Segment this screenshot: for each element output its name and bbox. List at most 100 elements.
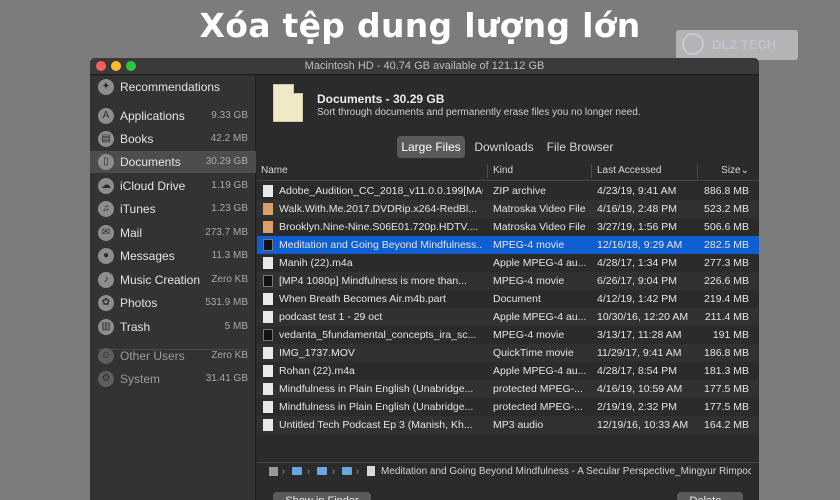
sidebar-item-applications[interactable]: A Applications 9.33 GB: [90, 105, 256, 127]
sidebar-item-label: Photos: [120, 296, 158, 310]
show-in-finder-button[interactable]: Show in Finder: [273, 492, 371, 500]
column-divider[interactable]: [697, 164, 698, 178]
file-name: Manih (22).m4a: [279, 257, 353, 269]
sidebar-item-label: iTunes: [120, 202, 156, 216]
sidebar-item-trash[interactable]: ▥ Trash 5 MB: [90, 316, 256, 338]
audio-file-icon: [263, 365, 273, 377]
sidebar-item-messages[interactable]: ● Messages 11.3 MB: [90, 245, 256, 267]
folder-icon[interactable]: [342, 467, 352, 475]
chevron-right-icon: ›: [282, 466, 285, 476]
table-row[interactable]: When Breath Becomes Air.m4b.part Documen…: [257, 290, 759, 308]
file-size: 181.3 MB: [704, 365, 749, 377]
window-title: Macintosh HD - 40.74 GB available of 121…: [304, 60, 545, 72]
table-row[interactable]: Walk.With.Me.2017.DVDRip.x264-RedBl... M…: [257, 200, 759, 218]
sidebar-item-size: Zero KB: [211, 274, 248, 285]
file-kind: QuickTime movie: [493, 347, 574, 359]
tab-large-files[interactable]: Large Files: [397, 136, 465, 158]
sidebar-item-label: Books: [120, 132, 154, 146]
audiobook-file-icon: [263, 383, 273, 395]
file-name: podcast test 1 - 29 oct: [279, 311, 383, 323]
table-row[interactable]: [MP4 1080p] Mindfulness is more than... …: [257, 272, 759, 290]
sidebar-item-label: Messages: [120, 249, 175, 263]
sort-descending-icon: ⌄: [740, 165, 749, 176]
table-row[interactable]: Untitled Tech Podcast Ep 3 (Manish, Kh..…: [257, 416, 759, 434]
file-size: 277.3 MB: [704, 257, 749, 269]
sidebar-item-recommendations[interactable]: ✦ Recommendations: [90, 76, 256, 98]
audio-file-icon: [263, 257, 273, 269]
file-name: Mindfulness in Plain English (Unabridge.…: [279, 401, 474, 413]
users-icon: ☺: [98, 348, 114, 364]
file-size: 282.5 MB: [704, 239, 749, 251]
table-row[interactable]: Rohan (22).m4a Apple MPEG-4 au... 4/28/1…: [257, 362, 759, 380]
table-row[interactable]: Adobe_Audition_CC_2018_v11.0.0.199[MAC..…: [257, 182, 759, 200]
sidebar-item-icloud-drive[interactable]: ☁ iCloud Drive 1.19 GB: [90, 175, 256, 197]
sidebar-item-label: Trash: [120, 320, 151, 334]
video-file-icon: [263, 221, 273, 233]
file-name: Rohan (22).m4a: [279, 365, 355, 377]
delete-button[interactable]: Delete...: [677, 492, 743, 500]
trash-icon: ▥: [98, 319, 114, 335]
file-name: vedanta_5fundamental_concepts_ira_sc...: [279, 329, 477, 341]
sidebar-item-size: 1.23 GB: [211, 203, 248, 214]
table-header: Name Kind Last Accessed Size⌄: [257, 161, 759, 181]
table-row[interactable]: Brooklyn.Nine-Nine.S06E01.720p.HDTV.... …: [257, 218, 759, 236]
path-filename[interactable]: Meditation and Going Beyond Mindfulness …: [381, 466, 751, 477]
documents-icon: ▯: [98, 154, 114, 170]
guitar-icon: ♪: [98, 272, 114, 288]
table-row[interactable]: Mindfulness in Plain English (Unabridge.…: [257, 398, 759, 416]
column-header-last-accessed[interactable]: Last Accessed: [597, 165, 661, 176]
column-header-name[interactable]: Name: [261, 165, 288, 176]
document-icon: [273, 84, 303, 122]
sidebar-item-mail[interactable]: ✉ Mail 273.7 MB: [90, 222, 256, 244]
home-icon[interactable]: [269, 467, 278, 476]
sidebar-item-size: 30.29 GB: [205, 156, 248, 167]
sidebar-item-other-users[interactable]: ☺ Other Users Zero KB: [90, 345, 256, 367]
movie-file-icon: [263, 239, 273, 251]
tab-file-browser[interactable]: File Browser: [543, 136, 617, 158]
path-bar: › › › › Meditation and Going Beyond Mind…: [257, 462, 759, 480]
folder-icon[interactable]: [317, 467, 327, 475]
file-name: Adobe_Audition_CC_2018_v11.0.0.199[MAC..…: [279, 185, 483, 197]
table-row[interactable]: vedanta_5fundamental_concepts_ira_sc... …: [257, 326, 759, 344]
file-size: 886.8 MB: [704, 185, 749, 197]
video-file-icon: [263, 203, 273, 215]
table-row[interactable]: Mindfulness in Plain English (Unabridge.…: [257, 380, 759, 398]
sidebar-item-size: 11.3 MB: [211, 250, 249, 261]
sidebar-item-books[interactable]: ▤ Books 42.2 MB: [90, 128, 256, 150]
category-title: Documents - 30.29 GB: [317, 92, 445, 106]
table-row-selected[interactable]: Meditation and Going Beyond Mindfulness.…: [257, 236, 759, 254]
file-kind: Matroska Video File: [493, 221, 586, 233]
sidebar-item-size: 9.33 GB: [211, 110, 248, 121]
file-size: 219.4 MB: [704, 293, 749, 305]
sidebar-item-music-creation[interactable]: ♪ Music Creation Zero KB: [90, 269, 256, 291]
messages-icon: ●: [98, 248, 114, 264]
sidebar-item-label: iCloud Drive: [120, 179, 186, 193]
storage-management-window: Macintosh HD - 40.74 GB available of 121…: [90, 58, 759, 500]
sidebar-item-system[interactable]: ⚙ System 31.41 GB: [90, 368, 256, 390]
column-divider[interactable]: [487, 164, 488, 178]
column-header-size[interactable]: Size⌄: [721, 165, 749, 176]
table-row[interactable]: podcast test 1 - 29 oct Apple MPEG-4 au.…: [257, 308, 759, 326]
sidebar-item-size: 5 MB: [224, 321, 248, 332]
column-divider[interactable]: [591, 164, 592, 178]
file-name: Mindfulness in Plain English (Unabridge.…: [279, 383, 474, 395]
chevron-right-icon: ›: [307, 466, 310, 476]
file-kind: Apple MPEG-4 au...: [493, 365, 587, 377]
chevron-right-icon: ›: [356, 466, 359, 476]
sidebar-item-size: 31.41 GB: [205, 373, 248, 384]
file-name: Walk.With.Me.2017.DVDRip.x264-RedBl...: [279, 203, 478, 215]
file-size: 506.6 MB: [704, 221, 749, 233]
tab-downloads[interactable]: Downloads: [469, 136, 539, 158]
sidebar-item-documents[interactable]: ▯ Documents 30.29 GB: [90, 151, 256, 173]
sidebar-item-label: Recommendations: [120, 80, 221, 94]
file-kind: MPEG-4 movie: [493, 329, 565, 341]
table-row[interactable]: IMG_1737.MOV QuickTime movie 11/29/17, 9…: [257, 344, 759, 362]
column-header-kind[interactable]: Kind: [493, 165, 513, 176]
folder-icon[interactable]: [292, 467, 302, 475]
file-icon: [367, 466, 375, 476]
sidebar-item-photos[interactable]: ✿ Photos 531.9 MB: [90, 292, 256, 314]
sidebar-item-itunes[interactable]: ♫ iTunes 1.23 GB: [90, 198, 256, 220]
column-header-size-label: Size: [721, 165, 741, 176]
table-row[interactable]: Manih (22).m4a Apple MPEG-4 au... 4/28/1…: [257, 254, 759, 272]
watermark-text: DLZ TECH: [712, 37, 777, 52]
